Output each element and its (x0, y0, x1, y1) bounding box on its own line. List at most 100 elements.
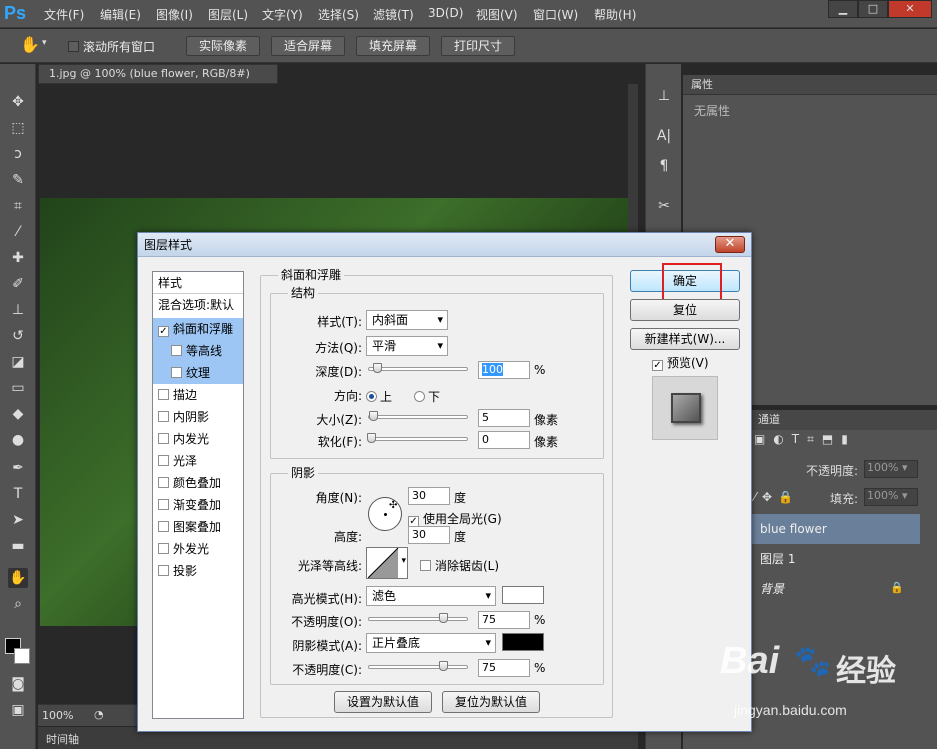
background-color-swatch[interactable] (14, 648, 30, 664)
style-inner-shadow[interactable]: 内阴影 (153, 406, 243, 428)
shadow-color-swatch[interactable] (502, 633, 544, 651)
soften-slider-thumb[interactable] (367, 433, 376, 443)
reset-button[interactable]: 复位 (630, 299, 740, 321)
size-slider[interactable] (368, 411, 468, 421)
chevron-down-icon[interactable]: ▾ (42, 38, 47, 48)
maximize-button[interactable]: □ (858, 0, 888, 18)
highlight-opacity-thumb[interactable] (439, 613, 448, 623)
layer-1[interactable]: 图层 1 (750, 544, 920, 574)
menu-layer[interactable]: 图层(L) (208, 6, 248, 23)
menu-select[interactable]: 选择(S) (318, 6, 359, 23)
depth-slider-thumb[interactable] (373, 363, 382, 373)
document-tab[interactable]: 1.jpg @ 100% (blue flower, RGB/8#) *× (38, 64, 278, 98)
direction-up-radio[interactable]: 上 (366, 388, 392, 405)
dialog-close-button[interactable]: ✕ (715, 236, 745, 253)
menu-type[interactable]: 文字(Y) (262, 6, 303, 23)
soften-slider[interactable] (367, 433, 468, 443)
direction-down-radio[interactable]: 下 (414, 388, 440, 405)
style-color-overlay[interactable]: 颜色叠加 (153, 472, 243, 494)
status-menu-icon[interactable]: ◔ (94, 708, 104, 721)
healing-brush-icon[interactable]: ✚ (8, 248, 28, 268)
styles-header[interactable]: 样式 (153, 272, 243, 294)
highlight-opacity-input[interactable]: 75 (478, 611, 530, 629)
hand-tool-icon[interactable]: ✋ (8, 568, 28, 588)
zoom-level[interactable]: 100% (42, 709, 73, 722)
brush-tool-icon[interactable]: ✐ (8, 274, 28, 294)
hand-tool-icon[interactable]: ✋ (20, 35, 40, 54)
technique-select[interactable]: 平滑 (366, 336, 448, 356)
menu-3d[interactable]: 3D(D) (428, 6, 463, 20)
new-style-button[interactable]: 新建样式(W)... (630, 328, 740, 350)
make-default-button[interactable]: 设置为默认值 (334, 691, 432, 713)
style-stroke[interactable]: 描边 (153, 384, 243, 406)
type-tool-icon[interactable]: T (8, 484, 28, 504)
fill-input[interactable]: 100% ▾ (864, 488, 918, 506)
gradient-tool-icon[interactable]: ▭ (8, 378, 28, 398)
menu-filter[interactable]: 滤镜(T) (373, 6, 414, 23)
size-input[interactable]: 5 (478, 409, 530, 427)
print-size-button[interactable]: 打印尺寸 (441, 36, 515, 56)
eyedropper-icon[interactable]: ⁄ (8, 222, 28, 242)
style-outer-glow[interactable]: 外发光 (153, 538, 243, 560)
dodge-tool-icon[interactable]: ● (8, 430, 28, 450)
shadow-opacity-thumb[interactable] (439, 661, 448, 671)
history-brush-icon[interactable]: ↺ (8, 326, 28, 346)
path-select-icon[interactable]: ➤ (8, 510, 28, 530)
bevel-style-select[interactable]: 内斜面 (366, 310, 448, 330)
soften-input[interactable]: 0 (478, 431, 530, 449)
fill-screen-button[interactable]: 填充屏幕 (356, 36, 430, 56)
angle-dial[interactable]: ✣ (368, 497, 402, 531)
menu-view[interactable]: 视图(V) (476, 6, 518, 23)
crop-tool-icon[interactable]: ⌗ (8, 196, 28, 216)
depth-slider[interactable] (368, 363, 468, 373)
lasso-tool-icon[interactable]: ↄ (8, 144, 28, 164)
highlight-color-swatch[interactable] (502, 586, 544, 604)
stamp-panel-icon[interactable]: ⊥ (654, 88, 674, 108)
blur-tool-icon[interactable]: ◆ (8, 404, 28, 424)
tools-preset-icon[interactable]: ✂ (654, 198, 674, 218)
shadow-opacity-slider[interactable] (368, 661, 468, 671)
antialias-checkbox[interactable]: 消除锯齿(L) (420, 557, 499, 574)
eraser-tool-icon[interactable]: ◪ (8, 352, 28, 372)
minimize-button[interactable]: ▁ (828, 0, 858, 18)
pen-tool-icon[interactable]: ✒ (8, 458, 28, 478)
menu-help[interactable]: 帮助(H) (594, 6, 636, 23)
depth-input[interactable]: 100 (478, 361, 530, 379)
lock-icons[interactable]: ⁄✥🔒 (754, 490, 799, 504)
size-slider-thumb[interactable] (369, 411, 378, 421)
layer-filter-icons[interactable]: ▣◐T⌗⬒▮ (754, 432, 934, 452)
menu-edit[interactable]: 编辑(E) (100, 6, 141, 23)
shadow-opacity-input[interactable]: 75 (478, 659, 530, 677)
fit-screen-button[interactable]: 适合屏幕 (271, 36, 345, 56)
style-contour[interactable]: 等高线 (153, 340, 243, 362)
menu-file[interactable]: 文件(F) (44, 6, 84, 23)
highlight-mode-select[interactable]: 滤色 (366, 586, 496, 606)
global-light-checkbox[interactable]: ✓ 使用全局光(G) (408, 510, 502, 527)
character-panel-icon[interactable]: A| (654, 128, 674, 148)
menu-window[interactable]: 窗口(W) (533, 6, 578, 23)
style-drop-shadow[interactable]: 投影 (153, 560, 243, 582)
marquee-tool-icon[interactable]: ⬚ (8, 118, 28, 138)
close-window-button[interactable]: ✕ (888, 0, 932, 18)
menu-image[interactable]: 图像(I) (156, 6, 193, 23)
stamp-tool-icon[interactable]: ⊥ (8, 300, 28, 320)
scroll-all-checkbox[interactable]: 滚动所有窗口 (68, 38, 155, 55)
style-gradient-overlay[interactable]: 渐变叠加 (153, 494, 243, 516)
quick-select-icon[interactable]: ✎ (8, 170, 28, 190)
style-pattern-overlay[interactable]: 图案叠加 (153, 516, 243, 538)
opacity-input[interactable]: 100% ▾ (864, 460, 918, 478)
zoom-tool-icon[interactable]: ⌕ (8, 594, 28, 614)
blending-options[interactable]: 混合选项:默认 (153, 294, 243, 316)
screen-mode-icon[interactable]: ▣ (8, 700, 28, 720)
style-satin[interactable]: 光泽 (153, 450, 243, 472)
angle-input[interactable]: 30 (408, 487, 450, 505)
move-tool-icon[interactable]: ✥ (8, 92, 28, 112)
quick-mask-icon[interactable]: ◙ (8, 674, 28, 694)
style-bevel-emboss[interactable]: ✓ 斜面和浮雕 (153, 318, 243, 340)
reset-default-button[interactable]: 复位为默认值 (442, 691, 540, 713)
paragraph-panel-icon[interactable]: ¶ (654, 158, 674, 178)
shape-tool-icon[interactable]: ▬ (8, 536, 28, 556)
layer-blue-flower[interactable]: blue flower (750, 514, 920, 544)
style-inner-glow[interactable]: 内发光 (153, 428, 243, 450)
highlight-opacity-slider[interactable] (368, 613, 468, 623)
